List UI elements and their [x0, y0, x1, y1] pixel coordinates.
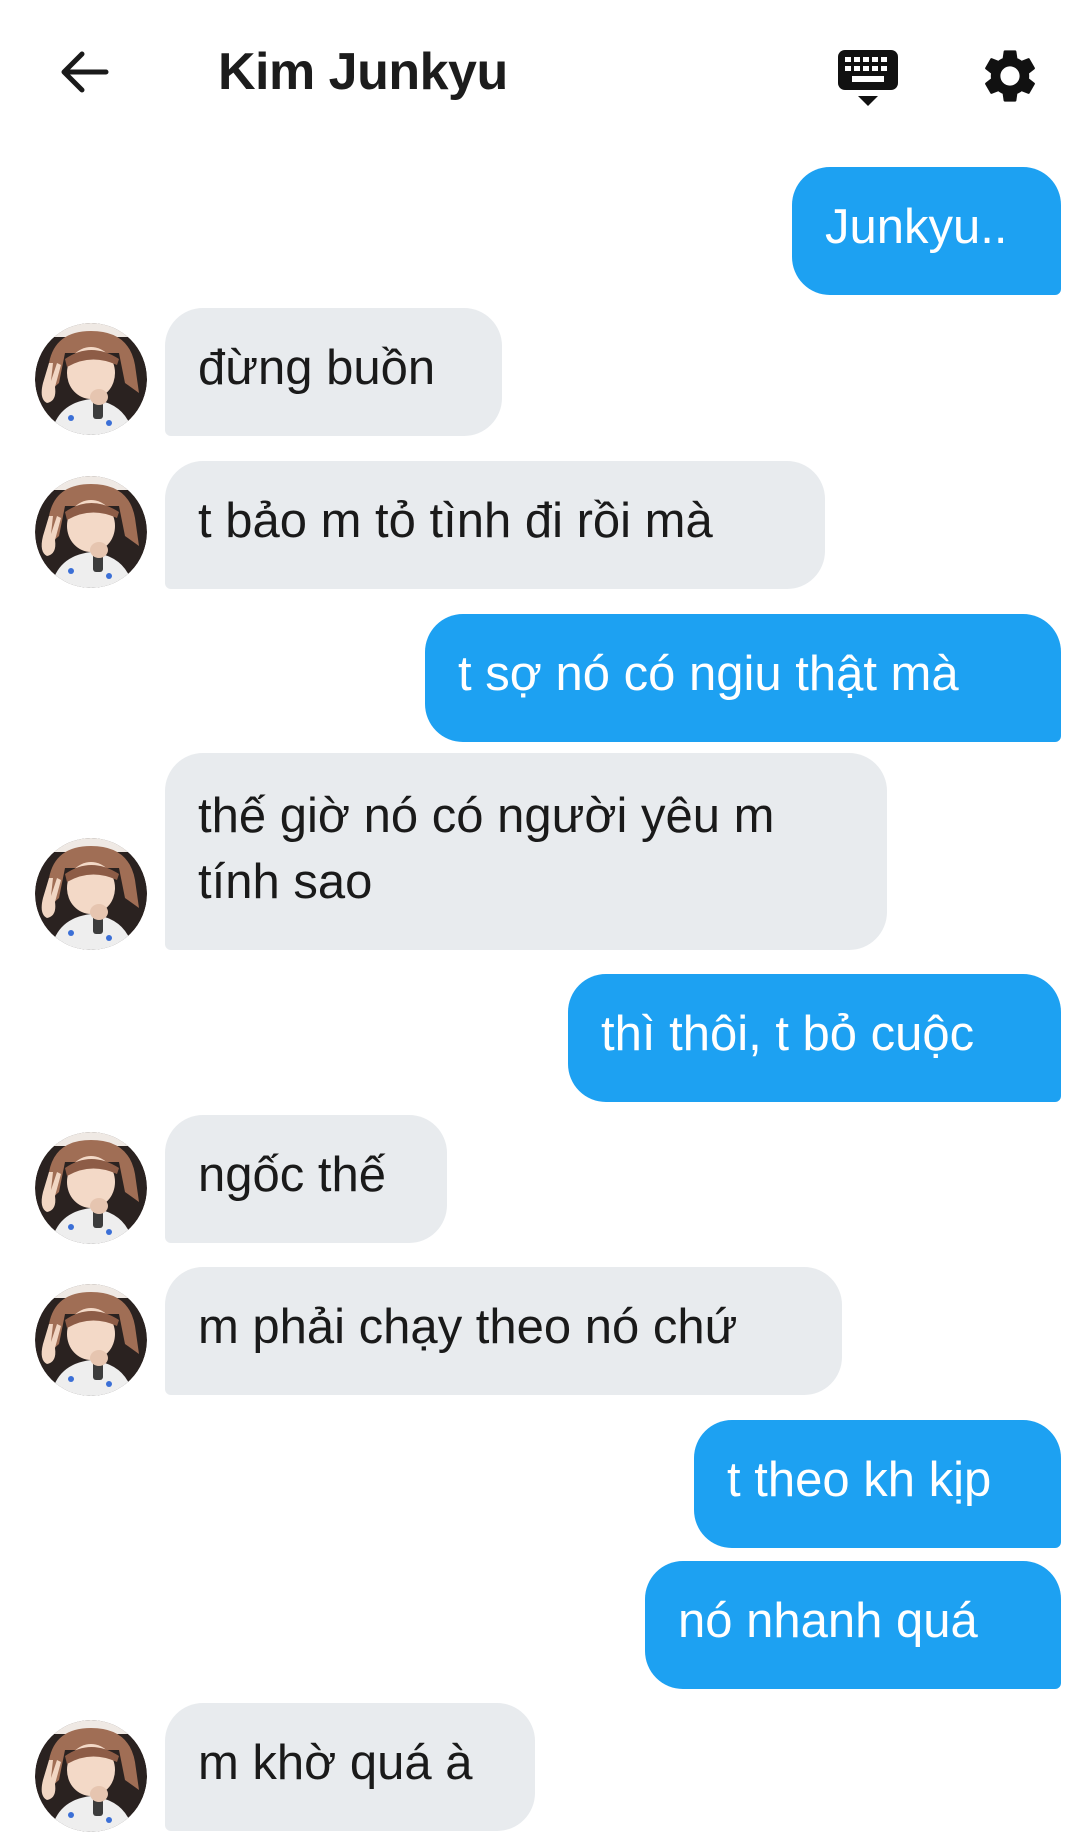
sent-message[interactable]: Junkyu.. [792, 167, 1061, 295]
contact-avatar-image [35, 838, 147, 950]
sent-message[interactable]: thì thôi, t bỏ cuộc [568, 974, 1061, 1102]
contact-avatar-image [35, 476, 147, 588]
received-message[interactable]: ngốc thế [165, 1115, 447, 1243]
received-message[interactable]: thế giờ nó có người yêu m tính sao [165, 753, 887, 950]
sent-message[interactable]: t sợ nó có ngiu thật mà [425, 614, 1061, 742]
chat-header: Kim Junkyu [0, 0, 1080, 150]
contact-avatar-image [35, 1720, 147, 1832]
contact-avatar-image [35, 1132, 147, 1244]
received-message[interactable]: m phải chạy theo nó chứ [165, 1267, 842, 1395]
contact-name[interactable]: Kim Junkyu [218, 42, 508, 102]
sent-message[interactable]: nó nhanh quá [645, 1561, 1061, 1689]
contact-avatar-image [35, 323, 147, 435]
avatar[interactable] [35, 1132, 147, 1244]
keyboard-icon [838, 50, 898, 106]
settings-button[interactable] [978, 44, 1042, 108]
contact-avatar-image [35, 1284, 147, 1396]
arrow-left-icon [61, 51, 109, 93]
avatar[interactable] [35, 1720, 147, 1832]
avatar[interactable] [35, 838, 147, 950]
received-message[interactable]: đừng buồn [165, 308, 502, 436]
avatar[interactable] [35, 323, 147, 435]
avatar[interactable] [35, 1284, 147, 1396]
avatar[interactable] [35, 476, 147, 588]
keyboard-button[interactable] [832, 44, 904, 112]
received-message[interactable]: t bảo m tỏ tình đi rồi mà [165, 461, 825, 589]
gear-icon [985, 50, 1035, 102]
sent-message[interactable]: t theo kh kịp [694, 1420, 1061, 1548]
back-button[interactable] [52, 40, 116, 104]
received-message[interactable]: m khờ quá à [165, 1703, 535, 1831]
